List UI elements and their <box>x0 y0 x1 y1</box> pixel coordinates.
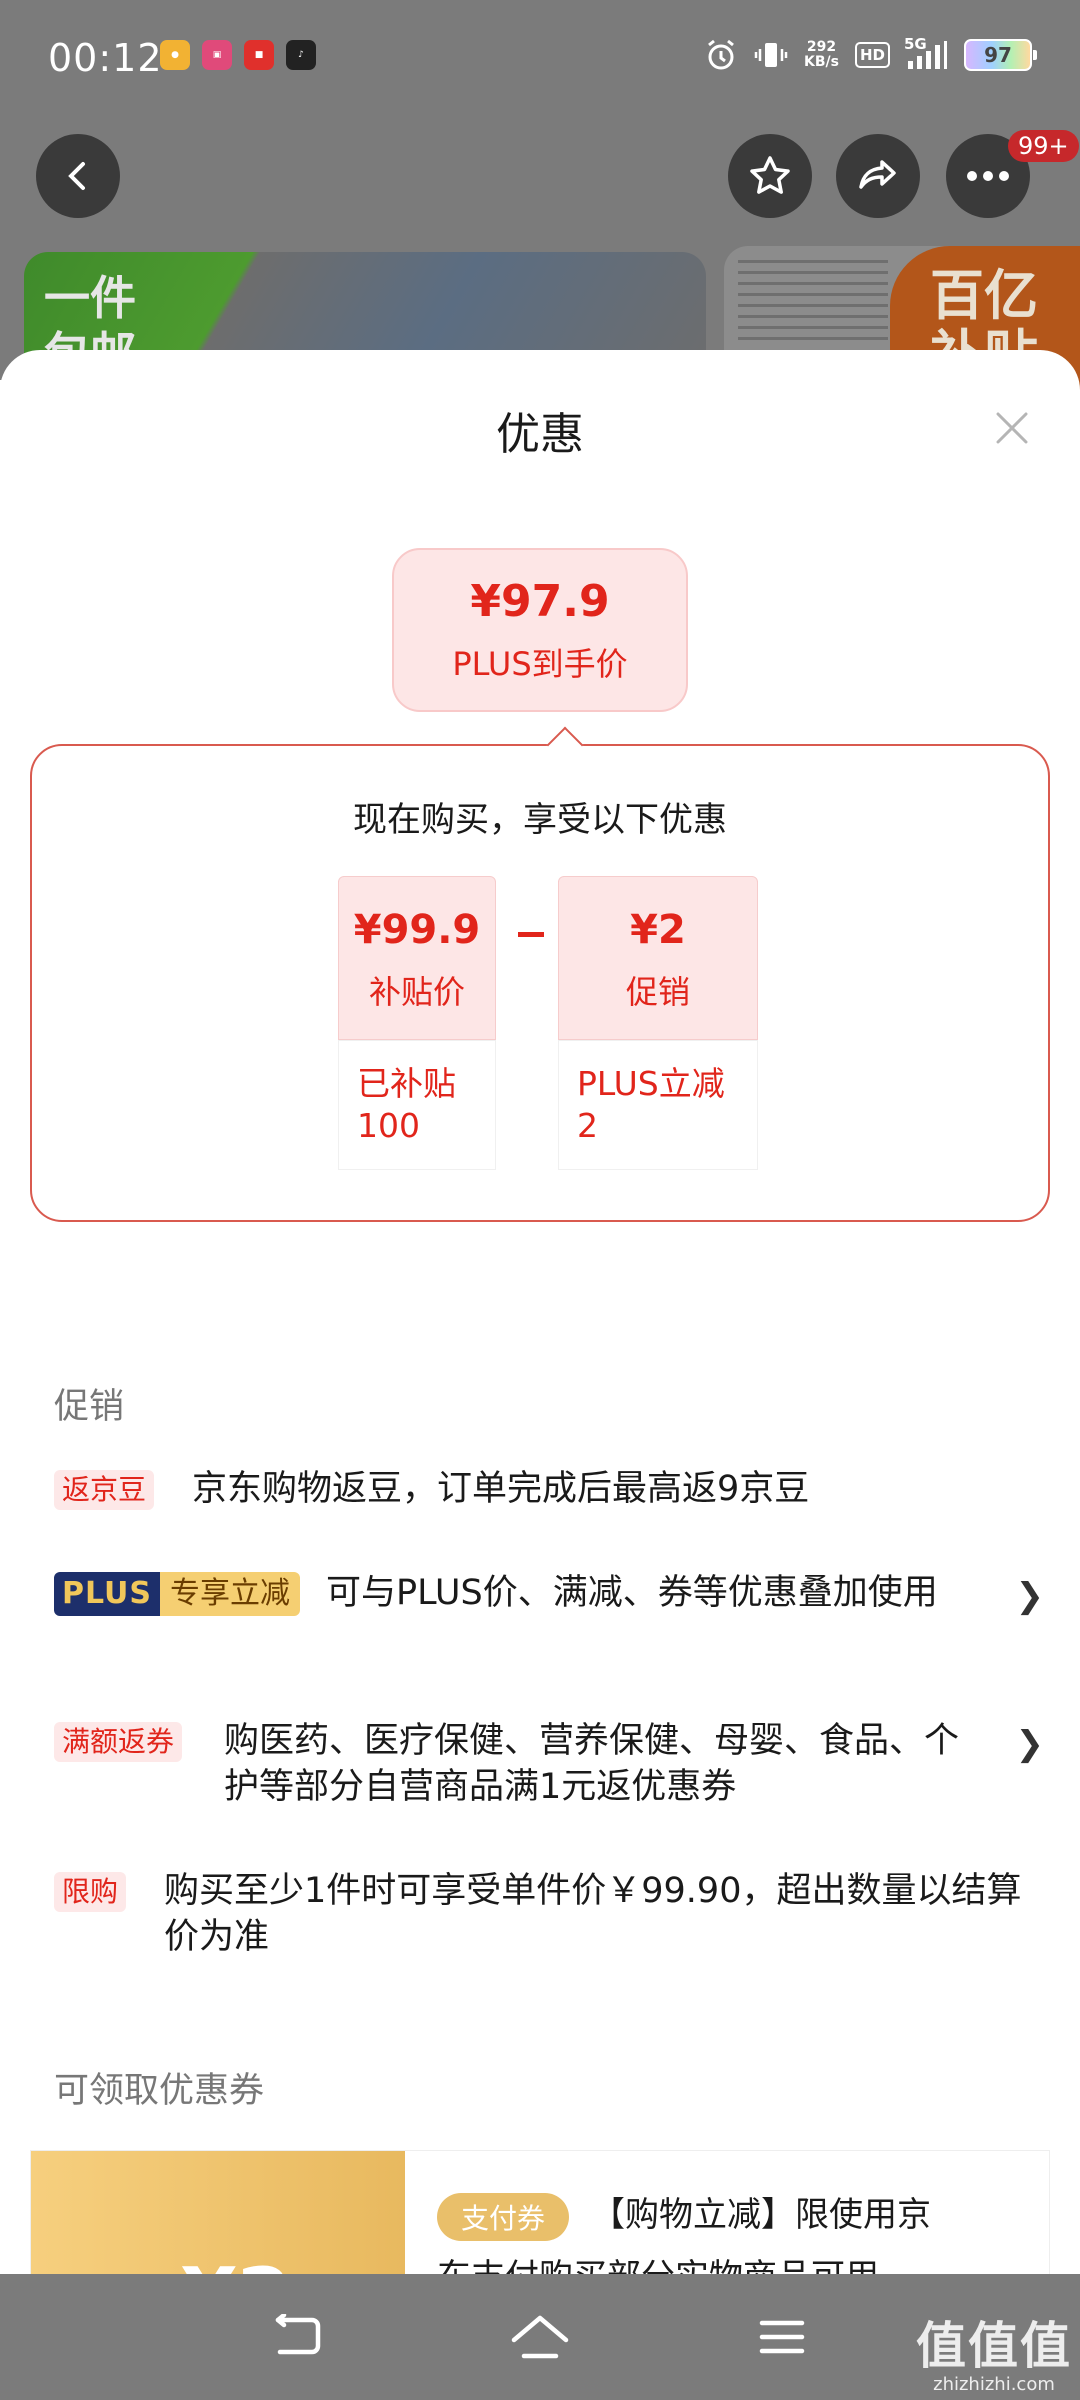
document-image <box>738 260 888 348</box>
background-page: 00:12 ● ▣ ■ ♪ 292 KB/s HD 5G 97 99+ 一件 百… <box>0 0 1080 392</box>
alarm-icon <box>704 38 738 72</box>
notification-icons: ● ▣ ■ ♪ <box>160 40 316 70</box>
plus-tag-label: PLUS <box>54 1572 161 1616</box>
bubble-pointer <box>546 726 584 764</box>
plus-tag-sub: 专享立减 <box>160 1572 301 1616</box>
more-dots-icon <box>967 171 1009 181</box>
subsidy-price-label: 补贴价 <box>368 973 465 1011</box>
promo-row-limit: 限购 购买至少1件时可享受单件价￥99.90，超出数量以结算价为准 <box>54 1868 1034 1968</box>
vibrate-icon <box>754 38 788 72</box>
network-speed: 292 KB/s <box>804 39 839 70</box>
home-icon <box>511 2315 569 2359</box>
promo-text: 购买至少1件时可享受单件价￥99.90，超出数量以结算价为准 <box>164 1871 1022 1957</box>
back-button[interactable] <box>36 134 120 218</box>
close-icon <box>996 412 1028 444</box>
subsidy-price-cell: ¥99.9 补贴价 <box>338 876 496 1040</box>
chevron-right-icon: ❯ <box>1015 1576 1045 1616</box>
back-arrow-icon <box>68 162 85 190</box>
chevron-right-icon: ❯ <box>1015 1724 1045 1764</box>
breakdown-heading: 现在购买，享受以下优惠 <box>353 800 727 840</box>
minus-sign <box>518 932 544 937</box>
star-icon <box>750 156 790 194</box>
coupon-value-panel: ¥2 <box>31 2151 405 2275</box>
status-time: 00:12 <box>48 36 163 80</box>
promo-row-coupon-return[interactable]: 满额返券 购医药、医疗保健、营养保健、母婴、食品、个护等部分自营商品满1元返优惠… <box>54 1718 1044 1818</box>
promo-row-jingdou: 返京豆 京东购物返豆，订单完成后最高返9京豆 <box>54 1466 1034 1522</box>
back-icon <box>275 2314 321 2355</box>
favorite-button[interactable] <box>728 134 812 218</box>
network-type: 5G <box>904 35 927 53</box>
tiktok-icon: ♪ <box>286 40 316 70</box>
sheet-title: 优惠 <box>496 409 584 460</box>
promotion-cell: ¥2 促销 <box>558 876 758 1040</box>
promo-tag: 满额返券 <box>54 1722 183 1762</box>
app-notification-icon: ● <box>160 40 190 70</box>
promotions-section-label: 促销 <box>54 1387 125 1427</box>
final-price-bubble: ¥97.9 PLUS到手价 <box>392 548 688 712</box>
close-button[interactable] <box>984 400 1040 456</box>
share-button[interactable] <box>836 134 920 218</box>
coupon-type-tag: 支付券 <box>437 2193 570 2241</box>
watermark: 值值值 zhizhizhi.com <box>916 2306 1072 2395</box>
promo-tag: 限购 <box>54 1872 127 1912</box>
status-bar: 00:12 ● ▣ ■ ♪ 292 KB/s HD 5G 97 <box>0 0 1080 118</box>
message-count-badge: 99+ <box>1008 130 1079 162</box>
promo-text: 京东购物返豆，订单完成后最高返9京豆 <box>192 1469 810 1509</box>
nav-menu-button[interactable] <box>752 2312 812 2362</box>
watermark-url: zhizhizhi.com <box>933 2374 1055 2395</box>
price-breakdown-box: 现在购买，享受以下优惠 ¥99.9 补贴价 已补贴 100 ¥2 促销 PLUS… <box>30 726 1050 1222</box>
discount-sheet: 优惠 ¥97.9 PLUS到手价 现在购买，享受以下优惠 ¥99.9 补贴价 已… <box>0 350 1080 2275</box>
app-notification-icon: ■ <box>244 40 274 70</box>
promo-text: 购医药、医疗保健、营养保健、母婴、食品、个护等部分自营商品满1元返优惠券 <box>224 1721 960 1807</box>
subsidy-price-amount: ¥99.9 <box>353 907 481 953</box>
hd-badge: HD <box>854 42 890 68</box>
promo-text: 可与PLUS价、满减、券等优惠叠加使用 <box>326 1573 938 1613</box>
coupons-section-label: 可领取优惠券 <box>54 2071 265 2111</box>
promotion-label: 促销 <box>625 973 690 1011</box>
nav-back-button[interactable] <box>268 2312 328 2362</box>
signal-icon: 5G <box>904 35 948 71</box>
menu-icon <box>759 2320 805 2354</box>
plus-tag: PLUS 专享立减 <box>54 1572 301 1616</box>
product-top-nav: 99+ <box>0 130 1080 230</box>
coupon-more-indicator: … <box>971 2253 1005 2275</box>
promotion-amount: ¥2 <box>630 907 686 953</box>
coupon-title: 【购物立减】限使用京 <box>591 2195 931 2235</box>
battery-indicator: 97 <box>964 39 1037 71</box>
coupon-description: 东支付购买部分实物商品可用 <box>437 2253 997 2275</box>
promo-row-plus[interactable]: PLUS 专享立减 可与PLUS价、满减、券等优惠叠加使用 ❯ <box>54 1570 1044 1670</box>
subsidy-note: 已补贴 100 <box>338 1040 496 1170</box>
nav-home-button[interactable] <box>510 2312 570 2362</box>
coupon-card[interactable]: ¥2 支付券 【购物立减】限使用京 东支付购买部分实物商品可用 … <box>30 2150 1050 2275</box>
final-price-label: PLUS到手价 <box>452 645 628 683</box>
watermark-brand: 值值值 <box>916 2317 1072 2375</box>
coupon-amount: ¥2 <box>181 2251 292 2275</box>
share-icon <box>859 160 896 189</box>
final-price: ¥97.9 <box>470 576 610 627</box>
promo-tag: 返京豆 <box>54 1470 155 1510</box>
promotion-note: PLUS立减 2 <box>558 1040 758 1170</box>
app-notification-icon: ▣ <box>202 40 232 70</box>
